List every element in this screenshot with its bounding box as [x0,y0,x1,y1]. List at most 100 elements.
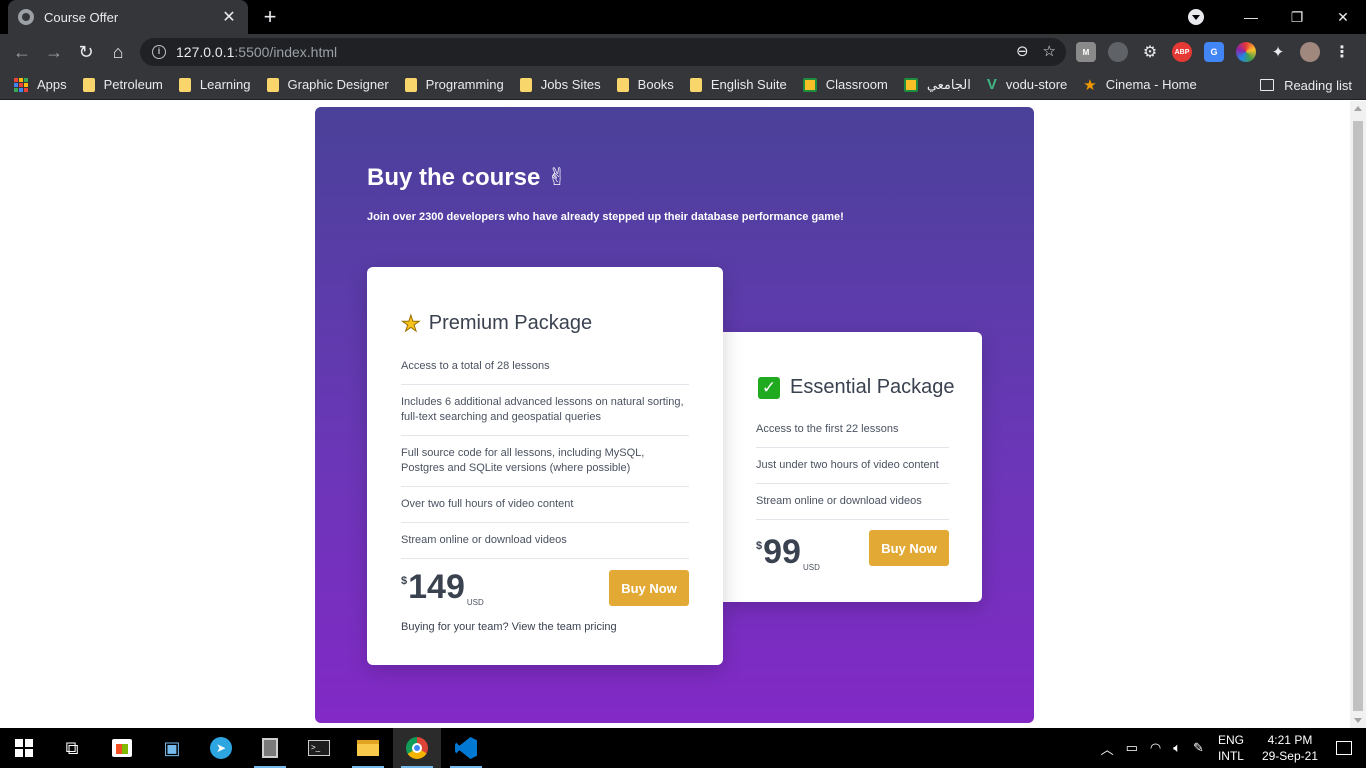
extensions-puzzle-icon[interactable]: ✦ [1268,42,1288,62]
new-tab-button[interactable]: + [258,6,282,30]
folder-icon [404,77,417,92]
bookmark-classroom[interactable]: Classroom [802,77,888,92]
bookmark-programming[interactable]: Programming [404,77,504,92]
taskbar-telegram[interactable]: ➤ [197,728,245,768]
bookmark-graphic-designer[interactable]: Graphic Designer [266,77,389,92]
scroll-up-icon[interactable] [1354,106,1362,111]
feature-item: Stream online or download videos [401,523,689,559]
url-path: :5500/index.html [234,44,338,60]
wifi-icon[interactable]: ◠ [1150,740,1161,756]
classroom-icon [903,77,918,92]
bookmark-english-suite[interactable]: English Suite [689,77,787,92]
star-icon: ★ [1083,76,1097,94]
site-info-icon[interactable]: i [152,45,166,59]
bookmark-label: Programming [425,77,504,92]
minimize-button[interactable]: — [1228,0,1274,34]
bookmark-apps[interactable]: Apps [14,77,67,92]
windows-taskbar: ⧉ ▣ ➤ >_ ︿ ▭ ◠ 🔈︎ ✎ ENG INTL 4:21 PM 29-… [0,728,1366,768]
volume-icon[interactable]: 🔈︎ [1173,740,1181,756]
taskbar-vscode[interactable] [442,728,490,768]
essential-feature-list: Access to the first 22 lessons Just unde… [756,412,949,520]
taskbar-terminal[interactable]: >_ [295,728,343,768]
taskbar-calculator[interactable] [246,728,294,768]
browser-toolbar: ← → ↻ ⌂ i 127.0.0.1:5500/index.html ⊖ ☆ … [0,34,1366,70]
color-picker-icon[interactable] [1236,42,1256,62]
page-scrollbar[interactable] [1350,101,1366,728]
page-title: Buy the course ✌ [367,164,568,191]
close-window-button[interactable]: ✕ [1320,0,1366,34]
folder-icon [266,77,279,92]
globe-icon [18,9,34,25]
bookmark-label: Jobs Sites [540,77,601,92]
bookmark-petroleum[interactable]: Petroleum [82,77,163,92]
notification-center-icon[interactable] [1336,741,1352,755]
classroom-icon [802,77,817,92]
profile-avatar[interactable] [1300,42,1320,62]
extension-gear-icon[interactable]: ⚙ [1140,42,1160,62]
bookmark-vodu-store[interactable]: Vvodu-store [987,76,1067,93]
reading-list-button[interactable]: Reading list [1260,70,1352,100]
feature-item: Stream online or download videos [756,484,949,520]
essential-price: $ 99 USD [756,532,820,572]
chevron-up-icon[interactable]: ︿ [1101,739,1114,758]
bookmark-books[interactable]: Books [616,77,674,92]
bookmark-label: Graphic Designer [287,77,389,92]
price-unit: USD [802,563,820,572]
restore-button[interactable]: ❐ [1274,0,1320,34]
clock[interactable]: 4:21 PM 29-Sep-21 [1262,732,1318,764]
scrollbar-thumb[interactable] [1353,121,1363,711]
bookmark-jobs-sites[interactable]: Jobs Sites [519,77,601,92]
bookmark-star-icon[interactable]: ☆ [1043,42,1056,60]
scroll-down-icon[interactable] [1354,718,1362,723]
pen-icon[interactable]: ✎ [1193,740,1204,756]
bookmark-label: vodu-store [1005,77,1068,92]
home-icon[interactable]: ⌂ [106,40,130,64]
terminal-icon: >_ [308,740,330,756]
reload-icon[interactable]: ↻ [74,40,98,64]
address-bar[interactable]: i 127.0.0.1:5500/index.html ⊖ ☆ [140,38,1066,66]
essential-package-heading: ✓ Essential Package [758,376,955,399]
extension-owl-icon[interactable] [1108,42,1128,62]
taskbar-file-explorer[interactable] [344,728,392,768]
taskbar-control-panel[interactable]: ▣ [148,728,196,768]
tab-strip: Course Offer ✕ + — ❐ ✕ [0,0,1366,34]
premium-feature-list: Access to a total of 28 lessons Includes… [401,349,689,559]
feature-item: Over two full hours of video content [401,487,689,523]
back-icon[interactable]: ← [10,40,34,64]
price-amount: 149 [408,568,465,606]
taskbar-store[interactable] [98,728,146,768]
zoom-icon[interactable]: ⊖ [1016,42,1029,60]
folder-icon [178,77,191,92]
premium-price: $ 149 USD [401,567,484,607]
bookmark-label: الجامعي [926,76,971,92]
premium-package-card: ★ Premium Package Access to a total of 2… [367,267,723,665]
url-host: 127.0.0.1 [176,44,235,60]
bookmark-label: Petroleum [103,77,163,92]
currency-symbol: $ [756,540,763,552]
input-language[interactable]: ENG INTL [1218,732,1244,764]
close-tab-icon[interactable]: ✕ [220,7,238,27]
extension-m-icon[interactable]: M [1076,42,1096,62]
tab-title: Course Offer [44,9,119,25]
file-explorer-icon [357,740,379,756]
google-translate-icon[interactable]: G [1204,42,1224,62]
bookmark-learning[interactable]: Learning [178,77,251,92]
task-view-icon: ⧉ [65,737,79,758]
premium-buy-now-button[interactable]: Buy Now [609,570,689,606]
taskbar-chrome[interactable] [393,728,441,768]
lang-bottom: INTL [1217,749,1244,763]
tab-search-icon[interactable] [1188,9,1204,25]
currency-symbol: $ [401,575,408,587]
bookmark-label: Classroom [825,77,888,92]
browser-menu-icon[interactable]: ⋮ [1332,42,1352,62]
tab-course-offer[interactable]: Course Offer ✕ [8,0,248,34]
adblock-plus-icon[interactable]: ABP [1172,42,1192,62]
forward-icon[interactable]: → [42,40,66,64]
start-button[interactable] [0,728,48,768]
battery-icon[interactable]: ▭ [1126,740,1138,756]
bookmark-cinema-home[interactable]: ★ Cinema - Home [1083,76,1196,94]
team-pricing-link[interactable]: Buying for your team? View the team pric… [401,621,617,633]
essential-buy-now-button[interactable]: Buy Now [869,530,949,566]
task-view-button[interactable]: ⧉ [48,728,96,768]
bookmark-university[interactable]: الجامعي [903,76,971,93]
